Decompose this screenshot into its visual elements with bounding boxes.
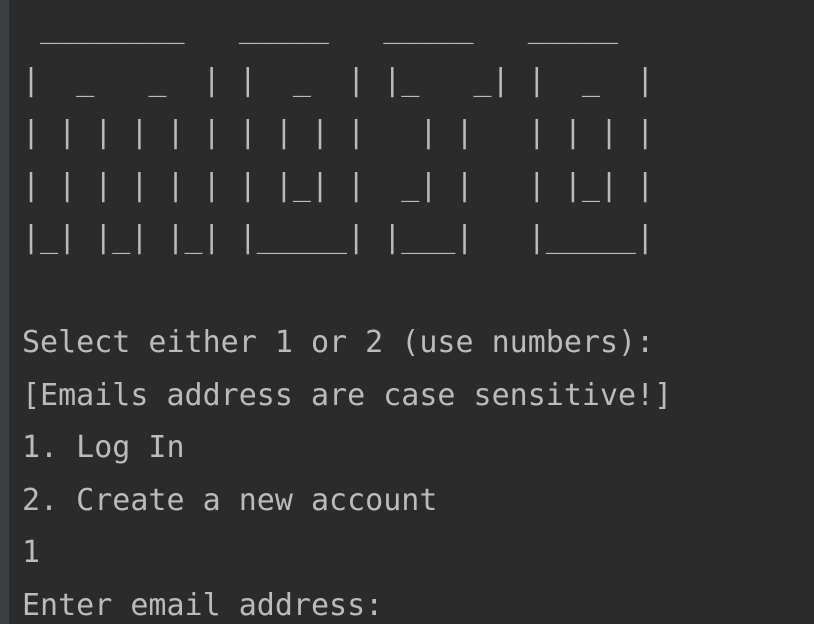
console-gutter <box>0 0 9 624</box>
banner-line-4: | | | | | | | |_| | _| | | |_| | <box>22 167 655 203</box>
ascii-banner: ________ _____ _____ _____ | _ _ | | _ |… <box>22 2 814 265</box>
console-output-pane[interactable]: ________ _____ _____ _____ | _ _ | | _ |… <box>0 0 814 624</box>
menu-option-create-account: 2. Create a new account <box>22 482 438 518</box>
banner-line-2: | _ _ | | _ | |_ _| | _ | <box>22 62 655 98</box>
menu-option-login: 1. Log In <box>22 430 185 465</box>
user-input-echo: 1 <box>22 535 41 570</box>
banner-line-5: |_| |_| |_| |_____| |___| |_____| <box>22 220 655 255</box>
banner-line-1: ________ _____ _____ _____ <box>22 10 619 45</box>
select-prompt: Select either 1 or 2 (use numbers): <box>22 325 655 360</box>
email-prompt[interactable]: Enter email address: <box>22 580 814 624</box>
banner-line-3: | | | | | | | | | | | | | | | | <box>22 115 655 150</box>
case-sensitive-notice: [Emails address are case sensitive!] <box>22 377 673 413</box>
